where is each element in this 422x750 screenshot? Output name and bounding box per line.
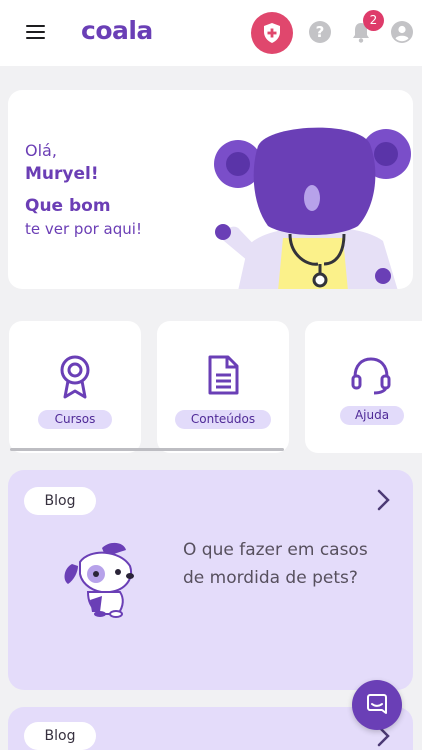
app-header: coala ? 2 <box>0 0 422 66</box>
user-name: Muryel! <box>25 164 99 184</box>
blog-card[interactable]: Blog O que fazer em casos de mordida de … <box>8 470 413 690</box>
blog-card[interactable]: Blog <box>8 707 413 750</box>
welcome-line-1: Que bom <box>25 196 111 216</box>
greeting-text: Olá, <box>25 141 57 160</box>
shortcut-label-conteudos: Conteúdos <box>175 410 271 429</box>
health-shield-button[interactable] <box>251 12 293 54</box>
shield-plus-icon <box>264 23 280 43</box>
help-icon[interactable]: ? <box>309 21 331 43</box>
koala-doctor-illustration <box>214 127 411 289</box>
blog-tag: Blog <box>24 722 96 750</box>
greeting-card: Olá, Muryel! Que bom te ver por aqui! <box>8 90 413 289</box>
blog-title: O que fazer em casos de mordida de pets? <box>183 540 368 588</box>
award-icon <box>60 355 90 399</box>
notification-badge: 2 <box>363 10 384 31</box>
shortcut-card-conteudos[interactable] <box>157 321 289 453</box>
blog-tag: Blog <box>24 487 96 515</box>
shortcut-card-cursos[interactable] <box>9 321 141 453</box>
chat-icon <box>367 694 387 714</box>
app-logo: coala <box>81 16 153 45</box>
horizontal-scrollbar[interactable] <box>10 448 284 451</box>
shortcut-label-ajuda: Ajuda <box>340 406 404 425</box>
menu-icon[interactable] <box>24 22 48 42</box>
shortcut-label-cursos: Cursos <box>38 410 112 429</box>
dog-illustration <box>64 542 134 618</box>
headset-icon <box>351 357 391 395</box>
chevron-right-icon <box>377 489 390 511</box>
chat-button[interactable] <box>352 680 402 730</box>
welcome-line-2: te ver por aqui! <box>25 220 142 238</box>
document-icon <box>208 355 239 395</box>
shortcut-card-ajuda[interactable] <box>305 321 422 453</box>
profile-avatar-icon[interactable] <box>391 21 413 43</box>
